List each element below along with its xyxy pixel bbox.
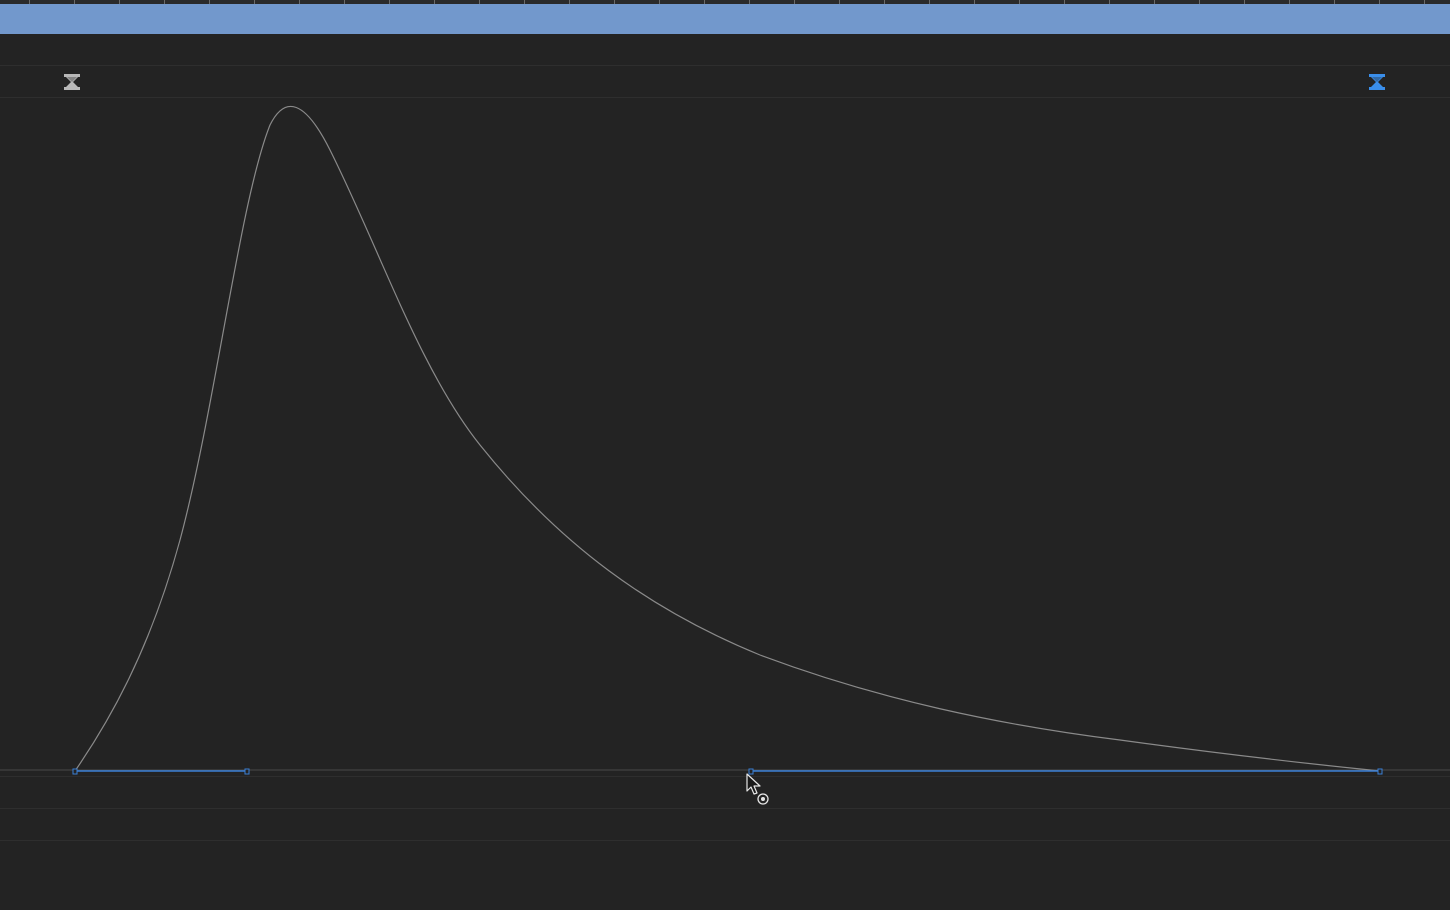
graph-editor-panel	[0, 0, 1450, 910]
bezier-handle-in[interactable]	[748, 768, 754, 775]
keyframe-start[interactable]	[72, 768, 78, 775]
graph-curve[interactable]	[74, 106, 1381, 772]
value-graph[interactable]	[0, 0, 1450, 910]
bezier-handle-out[interactable]	[244, 768, 250, 775]
out-point-marker-icon[interactable]	[1367, 72, 1387, 92]
in-point-marker-icon[interactable]	[62, 72, 82, 92]
keyframe-end[interactable]	[1377, 768, 1383, 775]
